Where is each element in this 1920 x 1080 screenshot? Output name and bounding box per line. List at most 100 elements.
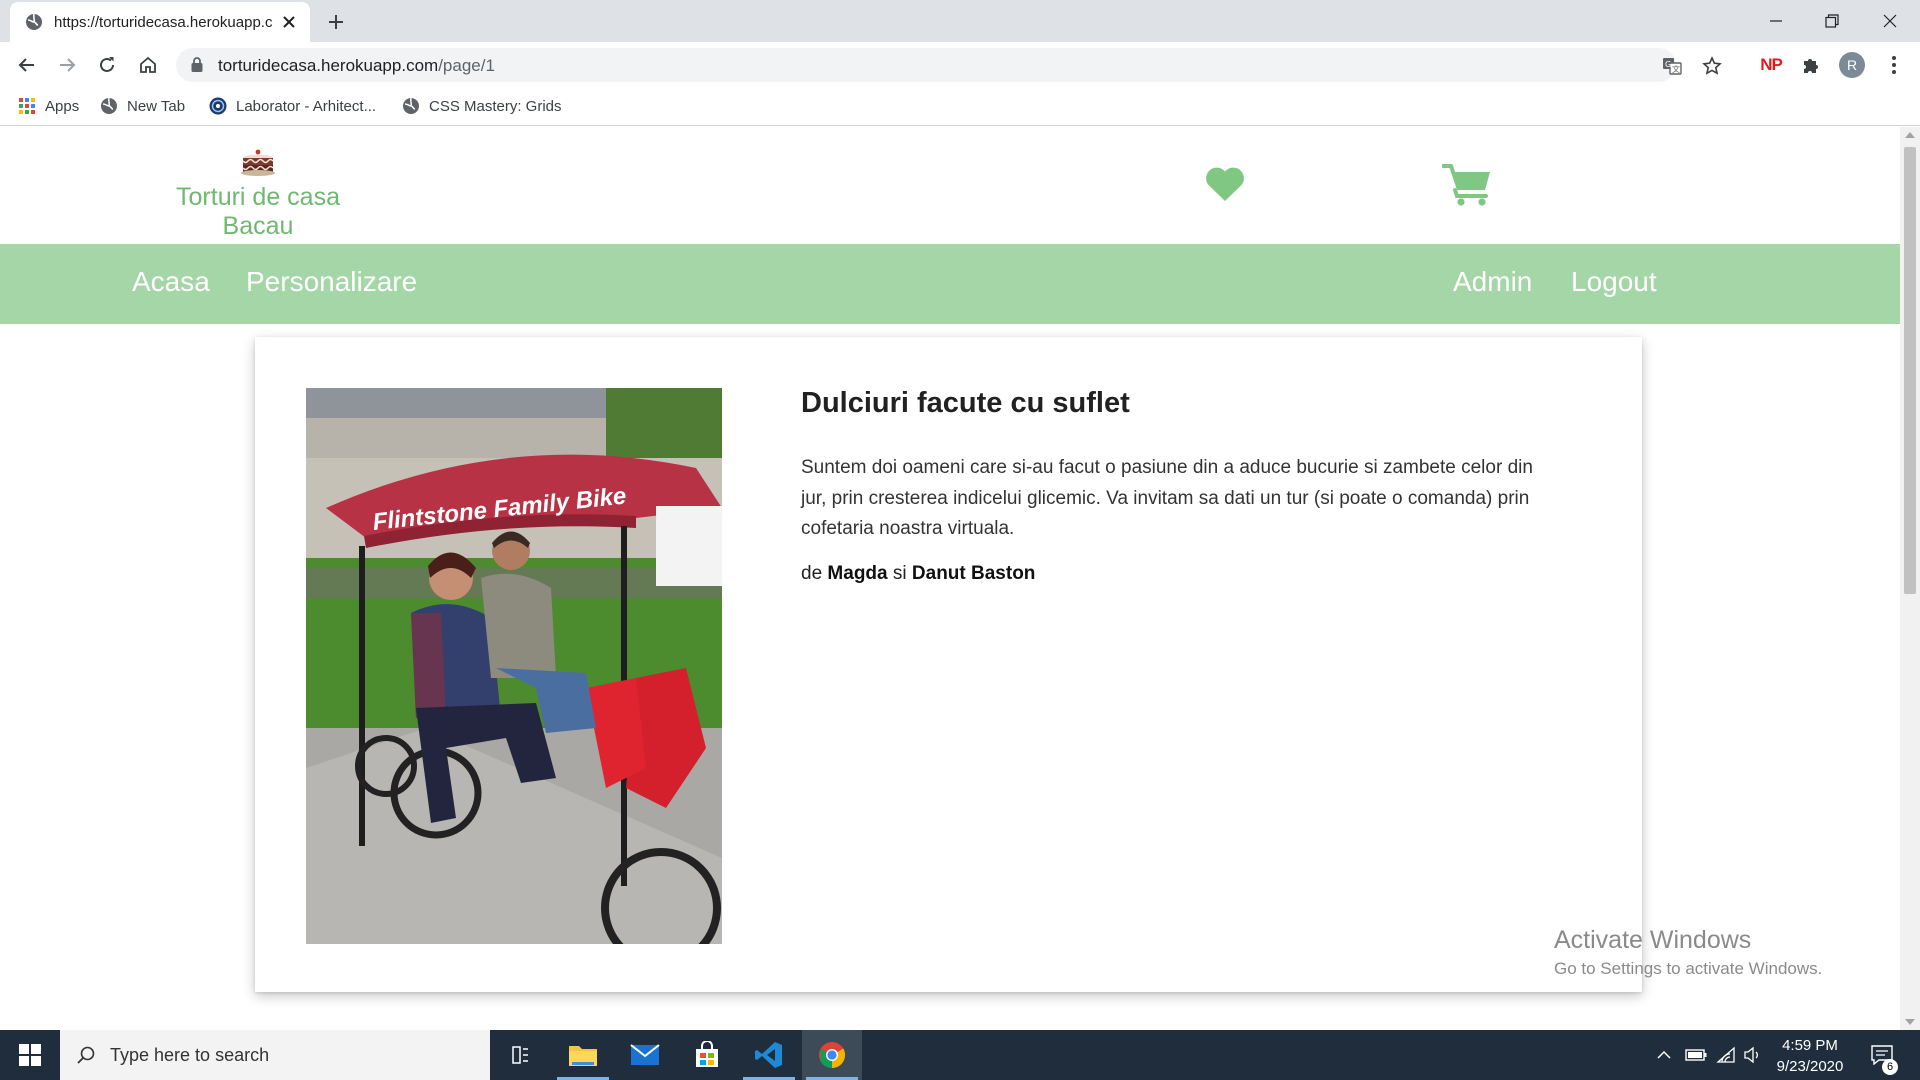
- bookmark-new-tab[interactable]: New Tab: [100, 97, 185, 115]
- card-description: Suntem doi oameni care si-au facut o pas…: [801, 457, 1533, 539]
- clock-time: 4:59 PM: [1782, 1037, 1838, 1054]
- plus-icon: [329, 15, 343, 29]
- heart-icon: [1206, 167, 1244, 201]
- puzzle-icon: [1804, 59, 1818, 73]
- taskbar-mail[interactable]: [615, 1030, 675, 1080]
- bookmark-apps[interactable]: Apps: [18, 97, 79, 115]
- card-signature: de Magda si Danut Baston: [801, 563, 1035, 585]
- close-window-button[interactable]: [1866, 0, 1914, 42]
- bookmark-label: Laborator - Arhitect...: [236, 97, 377, 115]
- taskbar-chrome[interactable]: [802, 1030, 862, 1080]
- lock-icon: [191, 57, 203, 72]
- tab-title: https://torturidecasa.herokuapp.co: [54, 13, 272, 31]
- owners-photo: Flintstone Family Bike: [306, 388, 722, 944]
- avatar: R: [1839, 52, 1865, 78]
- apps-grid-icon: [19, 98, 35, 114]
- reload-icon: [100, 57, 114, 72]
- np-extension-label: NP: [1760, 55, 1783, 74]
- globe-icon: [403, 97, 419, 114]
- restore-icon: [1825, 14, 1839, 28]
- about-card: Flintstone Family Bike Dulciuri facute c…: [255, 337, 1642, 992]
- close-tab-icon[interactable]: [280, 13, 298, 31]
- watermark-line2: Go to Settings to activate Windows.: [1554, 959, 1823, 978]
- wifi-icon: [1716, 1046, 1735, 1063]
- bookmark-label: Apps: [45, 97, 80, 115]
- bookmark-label: New Tab: [127, 97, 186, 115]
- bookmark-laborator[interactable]: Laborator - Arhitect...: [209, 97, 376, 115]
- signature-and: si: [892, 563, 907, 584]
- bookmarks-bar: Apps New Tab Laborator - Arhitect... CSS…: [0, 88, 1920, 126]
- arrow-left-icon: [18, 58, 34, 72]
- taskbar-clock[interactable]: 4:59 PM 9/23/2020: [1760, 1035, 1860, 1077]
- bookmark-css-mastery[interactable]: CSS Mastery: Grids: [402, 97, 562, 115]
- battery-indicator[interactable]: [1682, 1030, 1710, 1080]
- clock-date: 9/23/2020: [1776, 1058, 1844, 1075]
- nav-link-logout[interactable]: Logout: [1571, 266, 1657, 298]
- profile-button[interactable]: R: [1837, 50, 1867, 80]
- url-host: torturidecasa.herokuapp.com: [218, 56, 439, 75]
- taskbar-file-explorer[interactable]: [553, 1030, 613, 1080]
- start-button[interactable]: [0, 1030, 60, 1080]
- scrollbar-thumb[interactable]: [1904, 147, 1916, 594]
- back-button[interactable]: [12, 50, 42, 80]
- bookmark-label: CSS Mastery: Grids: [429, 97, 562, 115]
- arrow-right-icon: [60, 58, 76, 72]
- address-bar[interactable]: torturidecasa.herokuapp.com/page/1 G文: [176, 48, 1722, 82]
- minimize-icon: [1770, 20, 1782, 22]
- minimize-button[interactable]: [1752, 0, 1800, 42]
- bookmark-star-button[interactable]: [1702, 56, 1722, 76]
- forward-button[interactable]: [52, 50, 82, 80]
- page-scrollbar[interactable]: [1900, 127, 1920, 1030]
- star-icon: [1702, 56, 1722, 75]
- page-viewport: Torturi de casa Bacau Acasa Personalizar…: [0, 127, 1900, 1030]
- tray-overflow-button[interactable]: [1652, 1030, 1676, 1080]
- new-tab-button[interactable]: [322, 8, 350, 36]
- action-center-button[interactable]: [1862, 1030, 1902, 1080]
- scroll-up-arrow-icon[interactable]: [1905, 132, 1915, 138]
- battery-icon: [1685, 1049, 1707, 1061]
- kebab-menu-icon: [1892, 56, 1896, 74]
- np-extension-button[interactable]: NP: [1756, 50, 1786, 80]
- chevron-up-icon: [1657, 1050, 1671, 1059]
- brand-name: Torturi de casa Bacau: [176, 183, 340, 240]
- reload-button[interactable]: [92, 50, 122, 80]
- home-icon: [140, 56, 156, 73]
- main-nav: Acasa Personalizare Admin Logout: [0, 244, 1900, 324]
- globe-icon: [101, 97, 117, 114]
- home-button[interactable]: [133, 50, 163, 80]
- url-text: torturidecasa.herokuapp.com/page/1: [218, 56, 495, 76]
- cake-icon: [241, 149, 275, 176]
- folder-icon: [569, 1046, 597, 1066]
- url-path: /page/1: [438, 56, 495, 75]
- task-view-icon: [512, 1046, 528, 1064]
- site-header: Torturi de casa Bacau: [0, 127, 1900, 244]
- shopping-cart-icon: [1441, 164, 1490, 206]
- scroll-down-arrow-icon[interactable]: [1905, 1019, 1915, 1025]
- taskbar-vscode[interactable]: [739, 1030, 799, 1080]
- nav-link-admin[interactable]: Admin: [1453, 266, 1532, 298]
- globe-icon: [26, 13, 42, 30]
- windows-logo-icon: [19, 1044, 41, 1066]
- windows-taskbar: Type here to search 4:59 PM 9/23/2020 6: [0, 1030, 1920, 1080]
- browser-toolbar: torturidecasa.herokuapp.com/page/1 G文 NP…: [0, 42, 1920, 88]
- browser-menu-button[interactable]: [1879, 50, 1909, 80]
- nav-link-personalizare[interactable]: Personalizare: [246, 266, 417, 298]
- extensions-button[interactable]: [1796, 50, 1826, 80]
- network-indicator[interactable]: [1712, 1030, 1740, 1080]
- cart-link[interactable]: [1441, 162, 1492, 211]
- taskbar-store[interactable]: [677, 1030, 737, 1080]
- taskbar-search[interactable]: Type here to search: [60, 1030, 490, 1080]
- translate-button[interactable]: G文: [1662, 56, 1682, 76]
- task-view-button[interactable]: [490, 1030, 550, 1080]
- browser-tab[interactable]: https://torturidecasa.herokuapp.co: [10, 2, 310, 42]
- close-icon: [1883, 14, 1897, 28]
- favorites-link[interactable]: [1204, 165, 1246, 208]
- search-placeholder: Type here to search: [110, 1044, 270, 1065]
- notification-count-badge: 6: [1882, 1059, 1898, 1075]
- search-icon: [77, 1046, 95, 1064]
- nav-link-acasa[interactable]: Acasa: [132, 266, 210, 298]
- store-bag-icon: [696, 1041, 718, 1067]
- brand-logo-link[interactable]: Torturi de casa Bacau: [138, 149, 378, 241]
- restore-button[interactable]: [1808, 0, 1856, 42]
- mail-icon: [630, 1044, 660, 1065]
